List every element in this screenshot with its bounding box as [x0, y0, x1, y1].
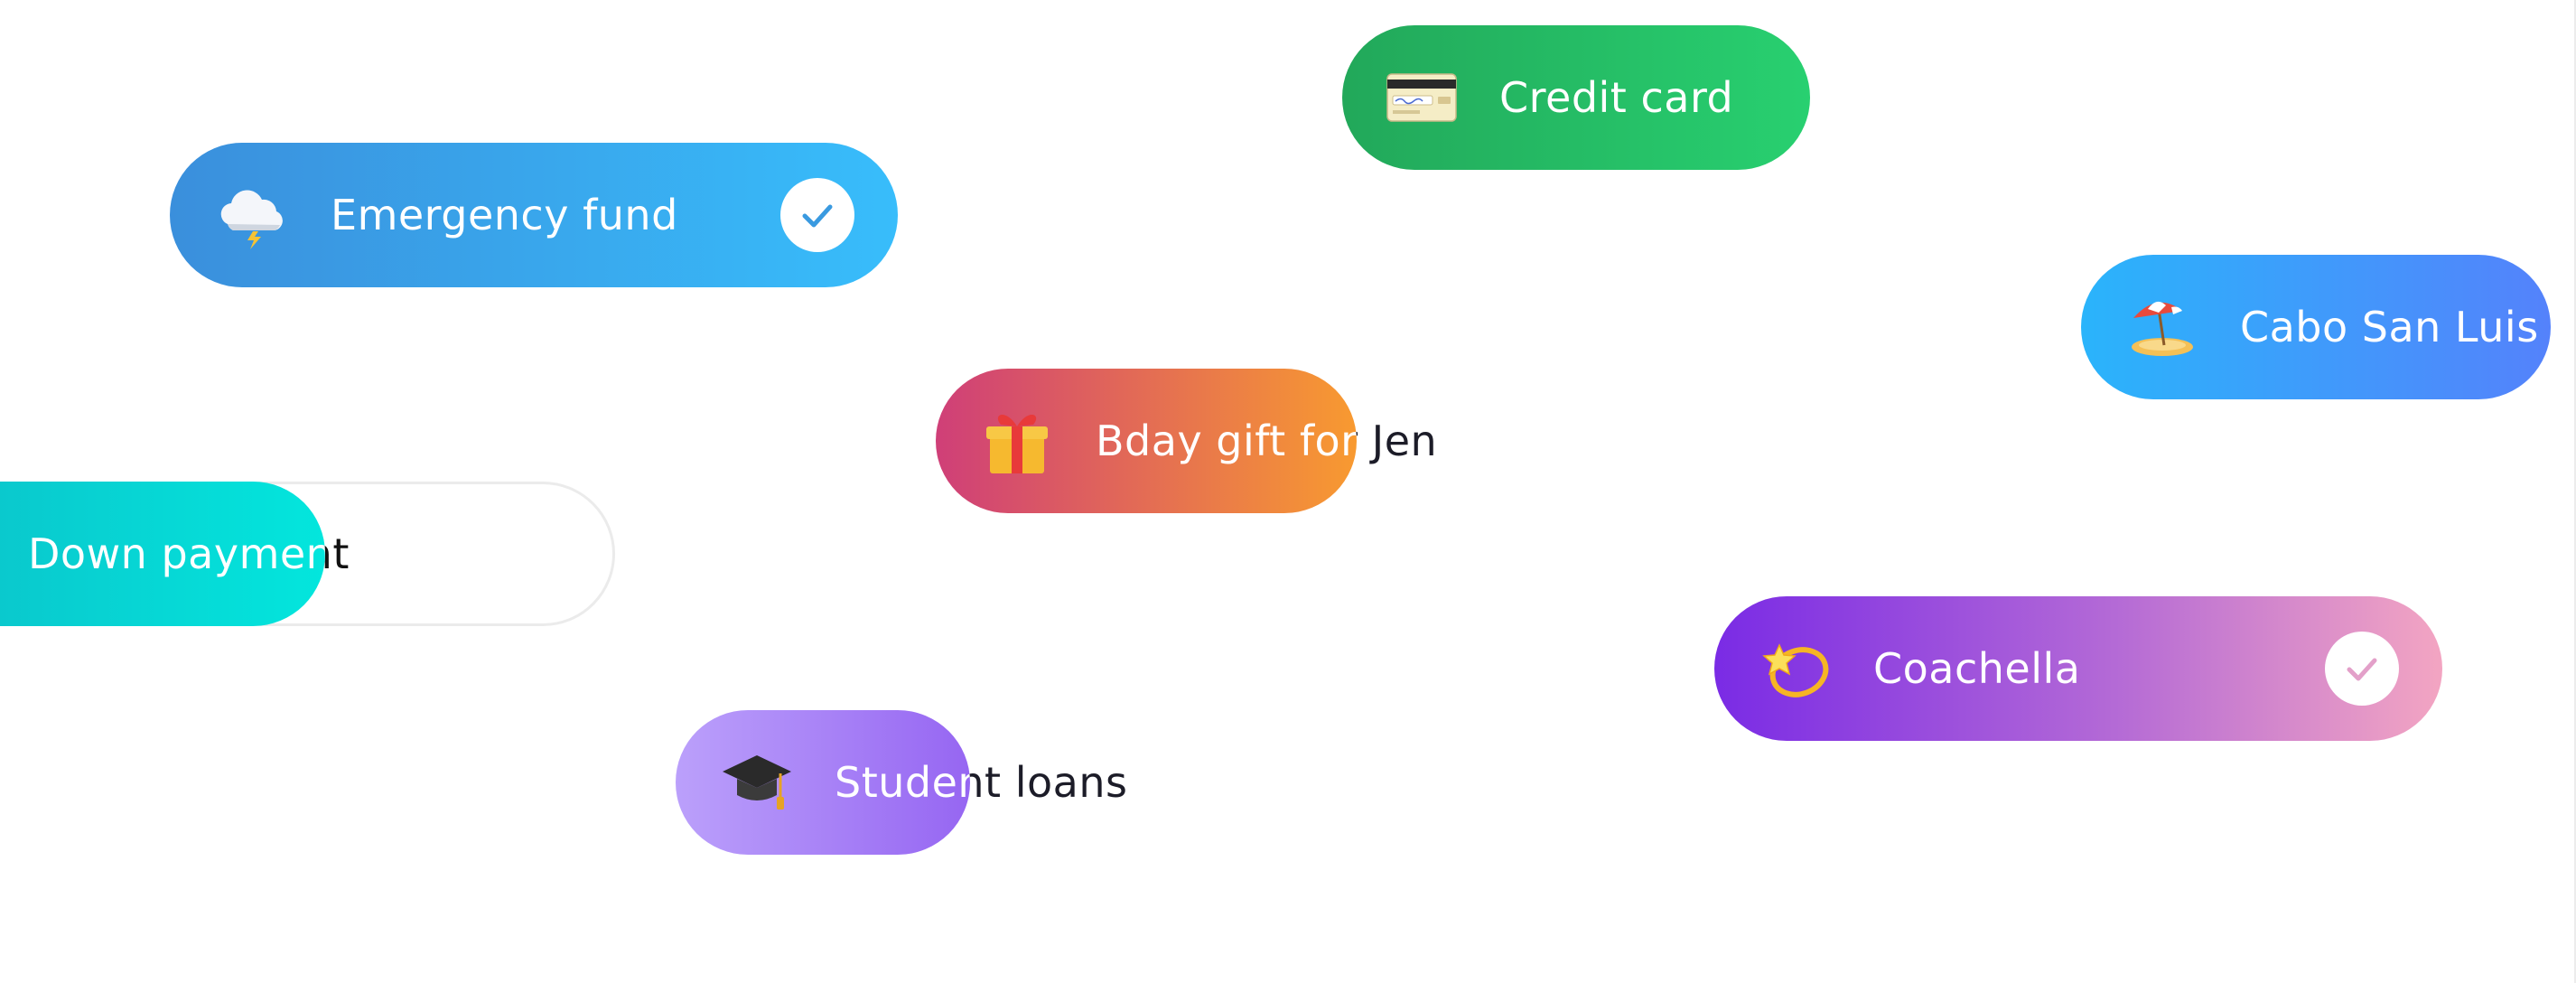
cloud-lightning-icon — [215, 179, 287, 251]
credit-card-icon — [1386, 61, 1458, 134]
dizzy-star-icon — [1759, 632, 1832, 705]
completed-check-icon — [780, 178, 854, 252]
goal-label-emergency-fund: Emergency fund — [331, 191, 678, 239]
goal-label-down-payment-overlay: Down payment — [28, 529, 325, 578]
goal-pill-student-loans[interactable]: Student loans Student loans — [676, 710, 1127, 855]
goal-pill-coachella[interactable]: Coachella — [1714, 596, 2442, 741]
graduation-cap-icon — [721, 746, 793, 819]
goal-label-cabo-san-luis: Cabo San Luis — [2240, 303, 2539, 351]
goal-pill-cabo-san-luis[interactable]: Cabo San Luis — [2081, 255, 2551, 399]
goal-progress-down-payment: Down payment — [0, 482, 325, 626]
gift-icon — [981, 405, 1053, 477]
goal-label-bday-gift-overlay: Bday gift for Jen — [1096, 417, 1357, 465]
goal-progress-bday-gift: Bday gift for Jen — [936, 369, 1357, 513]
goal-progress-student-loans: Student loans — [676, 710, 970, 855]
goal-label-coachella: Coachella — [1873, 644, 2081, 693]
goals-canvas: Credit card Emergency fund Cabo San Luis… — [0, 0, 2576, 983]
completed-check-icon — [2325, 632, 2399, 706]
goal-pill-bday-gift[interactable]: Bday gift for Jen Bday gift for Jen — [936, 369, 1451, 513]
goal-label-credit-card: Credit card — [1499, 73, 1734, 122]
goal-pill-credit-card[interactable]: Credit card — [1342, 25, 1810, 170]
goal-label-student-loans-overlay: Student loans — [835, 758, 970, 807]
goal-pill-down-payment[interactable]: Down payment Down payment — [0, 482, 615, 626]
goal-pill-emergency-fund[interactable]: Emergency fund — [170, 143, 898, 287]
beach-umbrella-icon — [2124, 291, 2197, 363]
